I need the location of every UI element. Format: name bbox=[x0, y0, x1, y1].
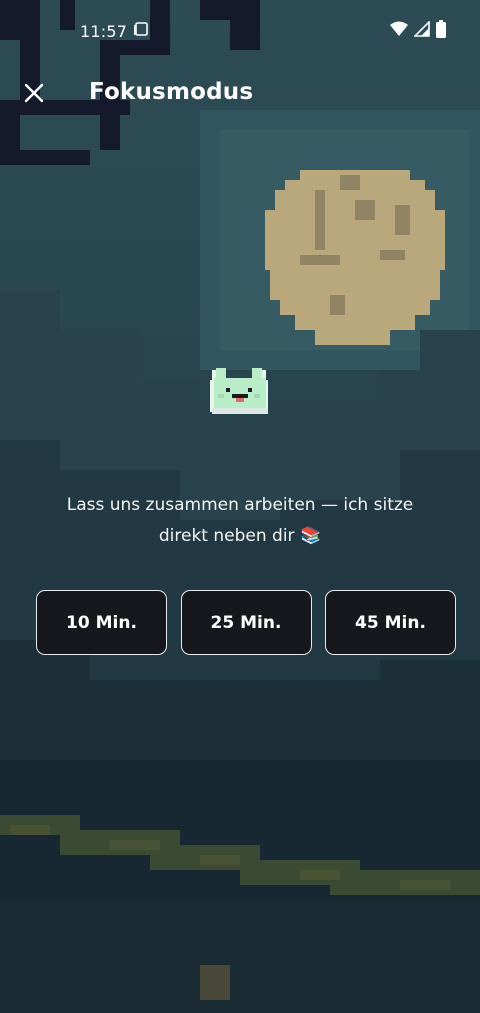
wifi-icon bbox=[390, 21, 408, 41]
pet-sprite bbox=[208, 364, 272, 420]
close-button[interactable] bbox=[14, 75, 54, 115]
status-time: 11:57 bbox=[80, 21, 128, 41]
status-bar: 11:57 bbox=[0, 0, 480, 62]
message-line-2: direkt neben dir 📚 bbox=[158, 526, 322, 546]
duration-45-button[interactable]: 45 Min. bbox=[325, 590, 456, 655]
message-line-1: Lass uns zusammen arbeiten — ich sitze bbox=[66, 495, 414, 515]
battery-icon bbox=[436, 20, 446, 42]
duration-10-button[interactable]: 10 Min. bbox=[36, 590, 167, 655]
duration-options: 10 Min. 25 Min. 45 Min. bbox=[36, 590, 456, 655]
signal-icon bbox=[413, 20, 430, 41]
screenshot-icon bbox=[133, 21, 149, 41]
duration-25-button[interactable]: 25 Min. bbox=[180, 590, 312, 655]
close-icon bbox=[23, 82, 45, 108]
focus-message: Lass uns zusammen arbeiten — ich sitze d… bbox=[30, 490, 450, 552]
app-bar: Fokusmodus bbox=[0, 70, 480, 120]
page-title: Fokusmodus bbox=[89, 79, 254, 105]
